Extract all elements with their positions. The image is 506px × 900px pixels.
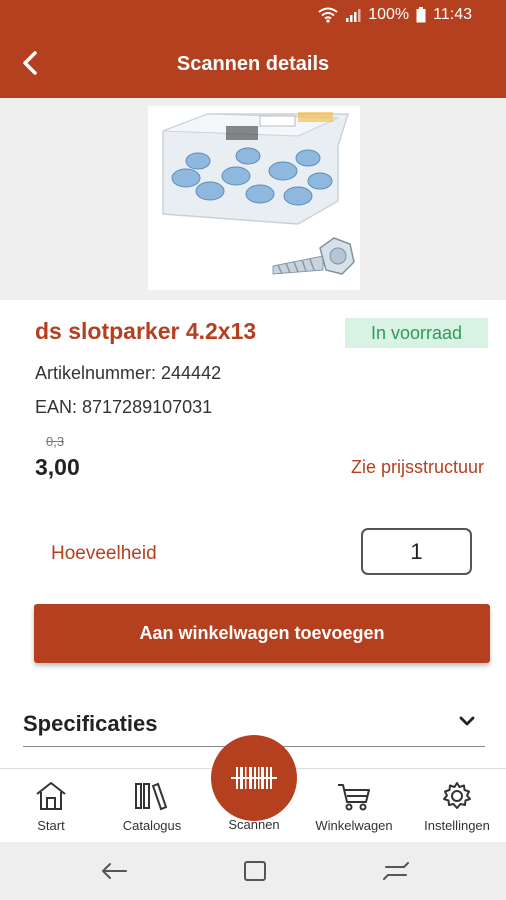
battery-icon: [416, 7, 426, 23]
nav-winkelwagen[interactable]: Winkelwagen: [306, 769, 402, 843]
specifications-label: Specificaties: [23, 711, 158, 736]
header: Scannen details: [0, 30, 506, 98]
stock-badge: In voorraad: [345, 318, 488, 348]
nav-instellingen[interactable]: Instellingen: [414, 769, 500, 843]
product-image: [148, 106, 360, 290]
nav-instellingen-label: Instellingen: [424, 818, 490, 833]
system-home-button[interactable]: [243, 860, 267, 887]
nav-scannen-label: Scannen: [228, 817, 280, 832]
catalog-icon: [135, 782, 168, 811]
chevron-down-icon: [459, 716, 475, 726]
nav-start-label: Start: [37, 818, 65, 833]
wifi-icon: [318, 7, 338, 23]
quantity-input[interactable]: [361, 528, 472, 575]
recents-icon: [383, 862, 409, 880]
ean-code: EAN: 8717289107031: [35, 397, 213, 417]
system-back-button[interactable]: [100, 860, 128, 887]
article-number: Artikelnummer: 244442: [35, 363, 222, 383]
price-structure-link[interactable]: Zie prijsstructuur: [351, 457, 484, 478]
home-icon: [36, 782, 66, 810]
signal-icon: [345, 8, 361, 23]
gear-icon: [443, 782, 471, 809]
quantity-label: Hoeveelheid: [51, 543, 157, 564]
price: 3,00: [35, 454, 80, 480]
product-title: ds slotparker 4.2x13: [35, 318, 257, 344]
status-bar: 100% 11:43: [0, 0, 506, 30]
system-recents-button[interactable]: [382, 860, 410, 887]
nav-winkelwagen-label: Winkelwagen: [315, 818, 393, 833]
arrow-left-icon: [102, 863, 127, 879]
barcode-scan-icon: [231, 767, 277, 789]
status-icons: 100% 11:43: [318, 6, 472, 24]
product-image-area: [0, 98, 506, 300]
app-bar: 100% 11:43 Scannen details: [0, 0, 506, 98]
nav-catalogus[interactable]: Catalogus: [106, 769, 198, 843]
page-title: Scannen details: [176, 53, 330, 75]
cart-icon: [338, 784, 370, 811]
scan-button[interactable]: [211, 735, 297, 821]
old-price: 0,3: [46, 434, 65, 449]
battery-level: 100%: [368, 6, 410, 23]
add-to-cart-button[interactable]: Aan winkelwagen toevoegen: [34, 604, 490, 663]
nav-start[interactable]: Start: [14, 769, 88, 843]
clock: 11:43: [433, 6, 472, 23]
square-icon: [244, 861, 266, 881]
system-nav-bar: [0, 842, 506, 900]
nav-catalogus-label: Catalogus: [122, 818, 182, 833]
